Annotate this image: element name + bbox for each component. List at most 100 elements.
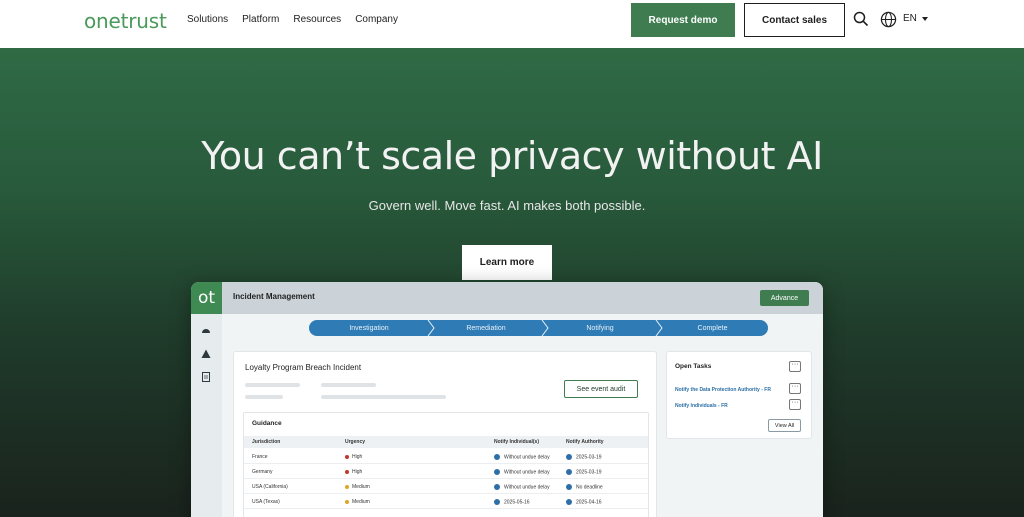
step-complete[interactable]: Complete xyxy=(657,320,768,336)
column-header: Jurisdiction xyxy=(252,439,281,445)
task-link[interactable]: Notify the Data Protection Authority - F… xyxy=(675,387,771,393)
table-row: USA (California) Medium Without undue de… xyxy=(244,479,648,494)
contact-sales-button[interactable]: Contact sales xyxy=(744,3,845,37)
jurisdiction-cell: France xyxy=(252,454,268,460)
language-selector[interactable]: EN xyxy=(903,13,928,24)
nav-link-company[interactable]: Company xyxy=(355,14,398,25)
globe-icon[interactable] xyxy=(880,11,897,28)
urgency-label: Medium xyxy=(352,499,370,505)
hero-title: You can’t scale privacy without AI xyxy=(201,134,823,178)
urgency-cell: Medium xyxy=(345,484,370,490)
notify-individuals-value: 2025-05-16 xyxy=(504,499,530,506)
task-link[interactable]: Notify Individuals - FR xyxy=(675,403,728,409)
advance-button[interactable]: Advance xyxy=(760,290,809,306)
notify-authority-cell: No deadline xyxy=(566,484,603,490)
urgency-cell: Medium xyxy=(345,499,370,505)
info-icon xyxy=(494,469,500,475)
step-notifying[interactable]: Notifying xyxy=(543,320,657,336)
guidance-title: Guidance xyxy=(252,420,282,427)
learn-more-button[interactable]: Learn more xyxy=(462,245,552,280)
info-icon xyxy=(494,484,500,490)
urgency-label: High xyxy=(352,469,363,475)
more-options-icon[interactable]: ··· xyxy=(789,383,801,394)
jurisdiction-cell: USA (California) xyxy=(252,484,288,490)
step-label: Notifying xyxy=(586,324,614,332)
warning-icon[interactable] xyxy=(201,349,211,359)
onetrust-logo[interactable]: onetrust xyxy=(84,9,167,33)
nav-link-resources[interactable]: Resources xyxy=(293,14,341,25)
placeholder-line xyxy=(321,395,446,399)
urgency-label: Medium xyxy=(352,484,370,490)
table-row: France High Without undue delay 2025-03-… xyxy=(244,449,648,464)
app-sidebar xyxy=(191,314,222,517)
urgency-dot xyxy=(345,454,349,459)
info-icon xyxy=(494,454,500,460)
column-header: Notify Individual(s) xyxy=(494,439,539,445)
step-remediation[interactable]: Remediation xyxy=(429,320,543,336)
ot-logo: ot xyxy=(191,282,222,314)
nav-link-solutions[interactable]: Solutions xyxy=(187,14,228,25)
app-header: ot Incident Management Advance xyxy=(191,282,823,314)
info-icon xyxy=(566,484,572,490)
urgency-cell: High xyxy=(345,454,362,460)
notify-authority-value: 2025-03-19 xyxy=(576,454,602,461)
view-all-button[interactable]: View All xyxy=(768,419,801,432)
hero-subtitle: Govern well. Move fast. AI makes both po… xyxy=(368,198,646,213)
notify-individuals-cell: 2025-05-16 xyxy=(494,499,530,505)
chevron-right-icon xyxy=(655,320,663,336)
notify-authority-value: 2025-04-16 xyxy=(576,499,602,506)
notify-authority-value: No deadline xyxy=(576,484,603,491)
dashboard-icon[interactable] xyxy=(201,326,211,336)
step-investigation[interactable]: Investigation xyxy=(309,320,429,336)
nav-links: Solutions Platform Resources Company xyxy=(187,14,412,25)
table-header: Jurisdiction Urgency Notify Individual(s… xyxy=(244,436,648,448)
column-header: Notify Authority xyxy=(566,439,604,445)
workflow-stepper: Investigation Remediation Notifying Comp… xyxy=(309,320,768,336)
chevron-right-icon xyxy=(541,320,549,336)
column-header: Urgency xyxy=(345,439,366,445)
step-label: Complete xyxy=(697,324,728,332)
nav-link-platform[interactable]: Platform xyxy=(242,14,279,25)
table-row: Germany High Without undue delay 2025-03… xyxy=(244,464,648,479)
table-row: USA (Texas) Medium 2025-05-16 2025-04-16 xyxy=(244,494,648,509)
notify-authority-cell: 2025-04-16 xyxy=(566,499,602,505)
request-demo-button[interactable]: Request demo xyxy=(631,3,735,37)
app-main: Investigation Remediation Notifying Comp… xyxy=(222,314,823,517)
notify-authority-value: 2025-03-19 xyxy=(576,469,602,476)
jurisdiction-cell: USA (Texas) xyxy=(252,499,280,505)
incident-title: Loyalty Program Breach Incident xyxy=(245,363,362,372)
notify-individuals-cell: Without undue delay xyxy=(494,454,550,460)
placeholder-line xyxy=(321,383,376,387)
placeholder-line xyxy=(245,395,283,399)
open-tasks-panel: Open Tasks ··· Notify the Data Protectio… xyxy=(666,351,812,439)
notify-individuals-value: Without undue delay xyxy=(504,469,550,476)
info-icon xyxy=(566,499,572,505)
urgency-dot xyxy=(345,469,349,474)
info-icon xyxy=(566,454,572,460)
guidance-table: Guidance Jurisdiction Urgency Notify Ind… xyxy=(243,412,649,517)
search-icon[interactable] xyxy=(853,11,869,27)
info-icon xyxy=(566,469,572,475)
placeholder-line xyxy=(245,383,300,387)
app-title: Incident Management xyxy=(233,292,315,301)
urgency-dot xyxy=(345,499,349,504)
notify-authority-cell: 2025-03-19 xyxy=(566,454,602,460)
document-icon[interactable] xyxy=(201,372,211,382)
info-icon xyxy=(494,499,500,505)
urgency-label: High xyxy=(352,454,363,460)
product-screenshot: ot Incident Management Advance Investiga… xyxy=(191,282,823,517)
see-event-audit-button[interactable]: See event audit xyxy=(564,380,638,398)
notify-individuals-value: Without undue delay xyxy=(504,454,550,461)
notify-individuals-cell: Without undue delay xyxy=(494,469,550,475)
chevron-right-icon xyxy=(427,320,435,336)
open-tasks-title: Open Tasks xyxy=(675,363,712,370)
step-label: Investigation xyxy=(349,324,389,332)
incident-card: Loyalty Program Breach Incident See even… xyxy=(233,351,657,517)
more-options-icon[interactable]: ··· xyxy=(789,361,801,372)
notify-authority-cell: 2025-03-19 xyxy=(566,469,602,475)
jurisdiction-cell: Germany xyxy=(252,469,273,475)
urgency-dot xyxy=(345,484,349,489)
more-options-icon[interactable]: ··· xyxy=(789,399,801,410)
language-label: EN xyxy=(903,13,917,24)
top-navigation: onetrust Solutions Platform Resources Co… xyxy=(0,0,1024,48)
